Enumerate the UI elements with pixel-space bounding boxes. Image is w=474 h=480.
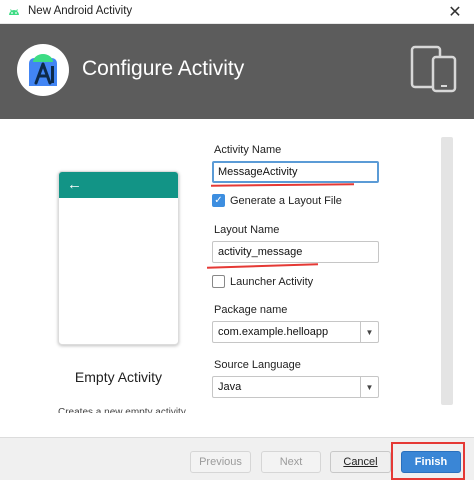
chevron-down-icon[interactable]: ▼ bbox=[360, 377, 378, 397]
finish-button[interactable]: Finish bbox=[401, 451, 461, 473]
tablet-phone-icon bbox=[410, 45, 457, 93]
android-studio-logo bbox=[17, 44, 69, 96]
page-title: Configure Activity bbox=[82, 57, 245, 80]
generate-layout-checkbox[interactable]: ✓ bbox=[212, 194, 225, 207]
launcher-activity-checkbox[interactable] bbox=[212, 275, 225, 288]
annotation-underline bbox=[206, 263, 319, 269]
close-icon: ✕ bbox=[448, 4, 462, 21]
wizard-header: Configure Activity bbox=[0, 24, 474, 119]
wizard-footer: Previous Next Cancel Finish bbox=[0, 437, 474, 480]
back-arrow-icon: ← bbox=[67, 176, 82, 193]
source-language-dropdown[interactable]: Java ▼ bbox=[212, 376, 379, 398]
package-name-label: Package name bbox=[214, 304, 288, 316]
close-button[interactable]: ✕ bbox=[436, 0, 474, 24]
package-name-value: com.example.helloapp bbox=[218, 326, 329, 338]
cancel-button[interactable]: Cancel bbox=[330, 451, 391, 473]
window-title-bar: New Android Activity ✕ bbox=[0, 0, 474, 24]
activity-preview: ← bbox=[58, 171, 179, 345]
activity-name-label: Activity Name bbox=[214, 144, 282, 156]
cancel-label: Cancel bbox=[343, 456, 378, 468]
window-title: New Android Activity bbox=[28, 5, 133, 17]
layout-name-label: Layout Name bbox=[214, 224, 280, 236]
source-language-value: Java bbox=[218, 381, 242, 393]
annotation-underline bbox=[210, 183, 355, 187]
launcher-activity-label: Launcher Activity bbox=[230, 276, 314, 288]
android-studio-logo-icon bbox=[29, 54, 57, 86]
vertical-scrollbar[interactable] bbox=[441, 137, 453, 405]
chevron-down-icon[interactable]: ▼ bbox=[360, 322, 378, 342]
previous-button[interactable]: Previous bbox=[190, 451, 251, 473]
next-button[interactable]: Next bbox=[261, 451, 321, 473]
layout-name-input[interactable]: activity_message bbox=[212, 241, 379, 263]
source-language-label: Source Language bbox=[214, 359, 301, 371]
activity-name-input[interactable]: MessageActivity bbox=[212, 161, 379, 183]
generate-layout-label: Generate a Layout File bbox=[230, 195, 342, 207]
preview-app-bar: ← bbox=[59, 172, 178, 198]
package-name-dropdown[interactable]: com.example.helloapp ▼ bbox=[212, 321, 379, 343]
template-name: Empty Activity bbox=[74, 369, 163, 385]
template-description: Creates a new empty activity bbox=[58, 407, 186, 413]
android-icon bbox=[9, 9, 19, 15]
